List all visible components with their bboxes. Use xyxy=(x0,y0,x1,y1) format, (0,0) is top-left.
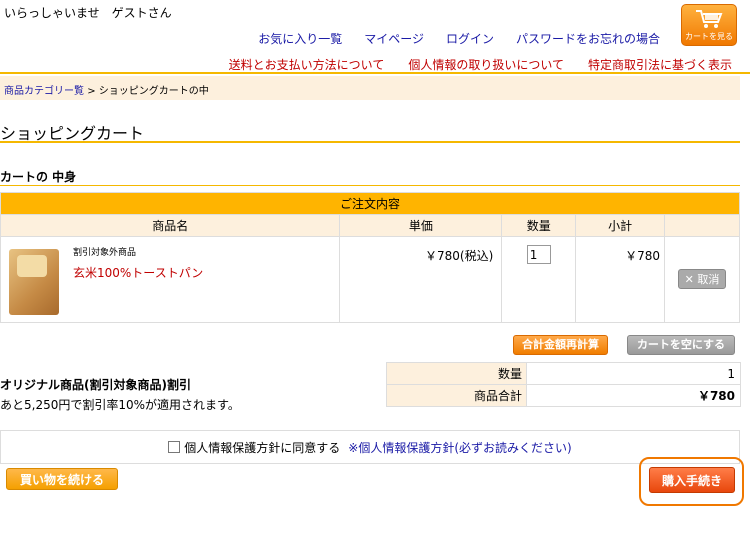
shipping-payment-link[interactable]: 送料とお支払い方法について xyxy=(229,56,385,73)
divider xyxy=(0,141,740,143)
view-cart-label: カートを見る xyxy=(685,32,733,41)
login-link[interactable]: ログイン xyxy=(446,30,494,47)
welcome-text: いらっしゃいませ ゲストさん xyxy=(4,6,172,20)
privacy-link[interactable]: 個人情報の取り扱いについて xyxy=(408,56,564,73)
table-row: 割引対象外商品 玄米100%トーストパン ￥780(税込) ￥780 ✕ 取消 xyxy=(0,236,740,323)
continue-shopping-button[interactable]: 買い物を続ける xyxy=(6,468,118,490)
commercial-law-link[interactable]: 特定商取引法に基づく表示 xyxy=(588,56,732,73)
checkout-button[interactable]: 購入手続き xyxy=(649,467,735,493)
privacy-agree-checkbox[interactable] xyxy=(168,441,181,453)
cart-table-header: ご注文内容 xyxy=(0,192,740,215)
favorites-link[interactable]: お気に入り一覧 xyxy=(258,30,342,47)
info-nav: 送料とお支払い方法について 個人情報の取り扱いについて 特定商取引法に基づく表示 xyxy=(229,56,732,73)
breadcrumb-current: > ショッピングカートの中 xyxy=(87,86,209,97)
forgot-password-link[interactable]: パスワードをお忘れの場合 xyxy=(516,30,660,47)
col-action xyxy=(664,214,740,237)
order-summary: 数量 1 商品合計 ￥780 xyxy=(386,362,741,407)
empty-cart-button[interactable]: カートを空にする xyxy=(627,335,735,355)
product-name[interactable]: 玄米100%トーストパン xyxy=(73,264,203,281)
summary-total-value: ￥780 xyxy=(526,384,741,407)
col-subtotal: 小計 xyxy=(575,214,666,237)
remove-item-button[interactable]: ✕ 取消 xyxy=(678,269,727,289)
breadcrumb: 商品カテゴリー覧 > ショッピングカートの中 xyxy=(0,76,740,100)
summary-qty-label: 数量 xyxy=(386,362,527,385)
divider xyxy=(0,72,750,74)
view-cart-button[interactable]: カートを見る xyxy=(681,4,737,46)
product-category: 割引対象外商品 xyxy=(73,248,137,258)
summary-total-label: 商品合計 xyxy=(386,384,527,407)
discount-note: あと5,250円で割引率10%が適用されます。 xyxy=(0,398,240,412)
summary-qty-value: 1 xyxy=(526,362,741,385)
recalculate-button[interactable]: 合計金額再計算 xyxy=(513,335,608,355)
privacy-agreement: 個人情報保護方針に同意する ※個人情報保護方針(必ずお読みください) xyxy=(0,430,740,464)
privacy-agree-label: 個人情報保護方針に同意する xyxy=(184,440,341,455)
col-product: 商品名 xyxy=(0,214,341,237)
product-image[interactable] xyxy=(9,249,59,315)
cart-icon xyxy=(696,10,723,28)
item-subtotal: ￥780 xyxy=(575,236,666,323)
mypage-link[interactable]: マイページ xyxy=(364,30,424,47)
section-title: カートの 中身 xyxy=(0,170,77,184)
top-nav: お気に入り一覧 マイページ ログイン パスワードをお忘れの場合 xyxy=(258,30,660,47)
unit-price: ￥780(税込) xyxy=(339,236,503,323)
privacy-policy-link[interactable]: ※個人情報保護方針(必ずお読みください) xyxy=(348,439,571,456)
col-qty: 数量 xyxy=(501,214,577,237)
breadcrumb-category-link[interactable]: 商品カテゴリー覧 xyxy=(4,86,84,97)
cart-table: ご注文内容 商品名 単価 数量 小計 割引対象外商品 玄米100%トーストパン … xyxy=(0,192,740,323)
quantity-input[interactable] xyxy=(526,245,551,264)
divider xyxy=(0,185,740,186)
col-price: 単価 xyxy=(339,214,503,237)
discount-title: オリジナル商品(割引対象商品)割引 xyxy=(0,378,191,392)
